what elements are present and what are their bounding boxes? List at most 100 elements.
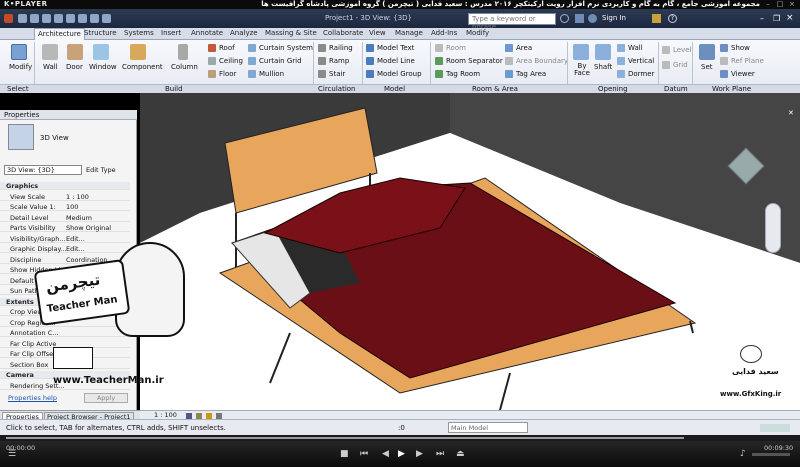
tab-massing-site[interactable]: Massing & Site — [265, 29, 317, 37]
set-button[interactable]: Set — [701, 63, 713, 71]
modify-arrow-icon[interactable] — [11, 44, 27, 60]
open-icon[interactable] — [18, 14, 27, 23]
forward-icon[interactable]: ▶ — [416, 449, 423, 459]
property-value[interactable]: Show Original — [66, 224, 124, 232]
column-button[interactable]: Column — [171, 63, 198, 71]
mullion-button[interactable]: Mullion — [259, 70, 284, 78]
stop-icon[interactable]: ■ — [340, 449, 349, 459]
subscription-icon[interactable] — [575, 14, 584, 23]
room-separator-icon[interactable] — [435, 57, 443, 65]
save-icon[interactable] — [30, 14, 39, 23]
set-work-plane-icon[interactable] — [699, 44, 715, 60]
viewer-icon[interactable] — [720, 70, 728, 78]
tab-insert[interactable]: Insert — [161, 29, 181, 37]
grid-icon[interactable] — [662, 61, 670, 69]
print-icon[interactable] — [66, 14, 75, 23]
model-line-icon[interactable] — [366, 57, 374, 65]
room-separator-button[interactable]: Room Separator — [446, 57, 503, 65]
model-group-button[interactable]: Model Group — [377, 70, 422, 78]
tag-area-icon[interactable] — [505, 70, 513, 78]
room-button[interactable]: Room — [446, 44, 466, 52]
stair-button[interactable]: Stair — [329, 70, 345, 78]
area-button[interactable]: Area — [516, 44, 532, 52]
eject-icon[interactable]: ⏏ — [456, 449, 465, 459]
shaft-button[interactable]: Shaft — [594, 63, 612, 71]
tab-view[interactable]: View — [369, 29, 386, 37]
undo-icon[interactable] — [42, 14, 51, 23]
floor-button[interactable]: Floor — [219, 70, 236, 78]
play-icon[interactable]: ▶ — [398, 449, 405, 459]
door-icon[interactable] — [67, 44, 83, 60]
curtain-grid-button[interactable]: Curtain Grid — [259, 57, 302, 65]
minimize-icon[interactable]: – — [764, 1, 772, 8]
app-close-icon[interactable]: × — [786, 13, 794, 23]
app-restore-icon[interactable]: ❐ — [773, 14, 780, 23]
model-text-icon[interactable] — [366, 44, 374, 52]
modify-button[interactable]: Modify — [9, 63, 32, 71]
tab-analyze[interactable]: Analyze — [230, 29, 258, 37]
app-minimize-icon[interactable]: – — [760, 14, 764, 23]
mullion-icon[interactable] — [248, 70, 256, 78]
vertical-button[interactable]: Vertical — [628, 57, 654, 65]
tab-architecture[interactable]: Architecture — [34, 28, 85, 40]
level-icon[interactable] — [662, 46, 670, 54]
previous-icon[interactable]: ⏮ — [360, 449, 368, 459]
navigation-bar[interactable] — [765, 203, 781, 253]
search-input[interactable]: Type a keyword or phrase — [468, 13, 556, 31]
railing-button[interactable]: Railing — [329, 44, 353, 52]
tab-structure[interactable]: Structure — [84, 29, 117, 37]
tab-manage[interactable]: Manage — [395, 29, 423, 37]
floor-icon[interactable] — [208, 70, 216, 78]
model-text-button[interactable]: Model Text — [377, 44, 414, 52]
text-icon[interactable] — [90, 14, 99, 23]
revit-app-icon[interactable] — [4, 14, 13, 23]
3d-view-icon[interactable] — [102, 14, 111, 23]
curtain-system-button[interactable]: Curtain System — [259, 44, 313, 52]
level-button[interactable]: Level — [673, 46, 691, 54]
area-boundary-button[interactable]: Area Boundary — [516, 57, 568, 65]
roof-button[interactable]: Roof — [219, 44, 235, 52]
close-icon[interactable]: × — [788, 1, 796, 8]
tab-annotate[interactable]: Annotate — [191, 29, 223, 37]
property-value[interactable]: 100 — [66, 203, 124, 211]
component-icon[interactable] — [130, 44, 146, 60]
vertical-icon[interactable] — [617, 57, 625, 65]
tag-room-icon[interactable] — [435, 70, 443, 78]
dormer-button[interactable]: Dormer — [628, 70, 654, 78]
search-icon[interactable] — [560, 14, 569, 23]
ceiling-icon[interactable] — [208, 57, 216, 65]
ref-plane-button[interactable]: Ref Plane — [731, 57, 764, 65]
tag-room-button[interactable]: Tag Room — [446, 70, 480, 78]
wall-opening-icon[interactable] — [617, 44, 625, 52]
filter-icon[interactable] — [760, 424, 790, 432]
shaft-icon[interactable] — [595, 44, 611, 60]
show-icon[interactable] — [720, 44, 728, 52]
room-icon[interactable] — [435, 44, 443, 52]
wall-opening-button[interactable]: Wall — [628, 44, 643, 52]
area-icon[interactable] — [505, 44, 513, 52]
model-group-icon[interactable] — [366, 70, 374, 78]
measure-icon[interactable] — [78, 14, 87, 23]
menu-icon[interactable]: ☰ — [8, 449, 16, 459]
type-selector[interactable]: 3D View: {3D} — [4, 165, 82, 175]
sign-in-link[interactable]: Sign In — [602, 14, 626, 22]
ceiling-button[interactable]: Ceiling — [219, 57, 243, 65]
tab-modify[interactable]: Modify — [466, 29, 489, 37]
area-boundary-icon[interactable] — [505, 57, 513, 65]
wall-button[interactable]: Wall — [43, 63, 58, 71]
window-button[interactable]: Window — [89, 63, 117, 71]
help-icon[interactable]: ? — [668, 14, 677, 23]
tab-collaborate[interactable]: Collaborate — [323, 29, 363, 37]
tag-area-button[interactable]: Tag Area — [516, 70, 546, 78]
by-face-button[interactable]: By Face — [572, 63, 592, 77]
railing-icon[interactable] — [318, 44, 326, 52]
viewport-close-icon[interactable]: ✕ — [788, 109, 794, 117]
maximize-icon[interactable]: □ — [776, 1, 784, 8]
dormer-icon[interactable] — [617, 70, 625, 78]
wall-icon[interactable] — [42, 44, 58, 60]
door-button[interactable]: Door — [66, 63, 83, 71]
volume-slider[interactable] — [752, 453, 790, 456]
stair-icon[interactable] — [318, 70, 326, 78]
tab-systems[interactable]: Systems — [124, 29, 154, 37]
window-icon[interactable] — [93, 44, 109, 60]
